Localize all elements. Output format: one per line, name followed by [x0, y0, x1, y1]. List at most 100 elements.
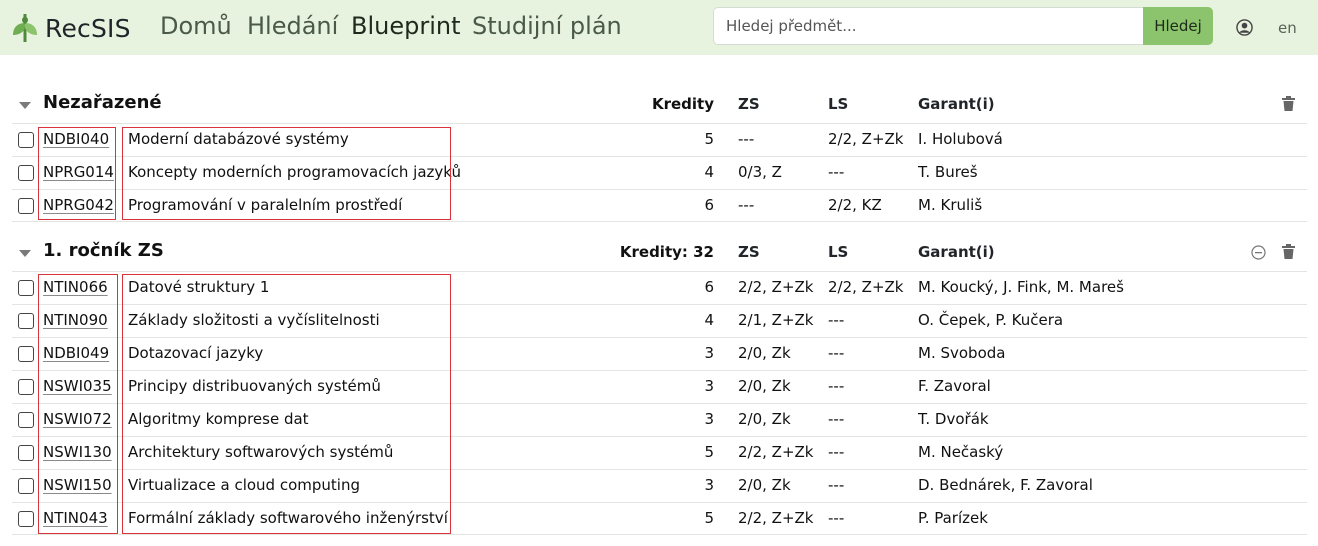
course-row[interactable]: NPRG042 Programování v paralelním prostř…: [12, 189, 1307, 222]
course-name[interactable]: Datové struktury 1: [128, 278, 269, 296]
course-row[interactable]: NSWI150 Virtualizace a cloud computing 3…: [12, 469, 1307, 502]
course-credits: 4: [704, 311, 714, 329]
course-code-link[interactable]: NPRG042: [43, 196, 114, 214]
brand-name: RecSIS: [45, 13, 131, 43]
course-checkbox[interactable]: [18, 280, 34, 296]
course-row[interactable]: NDBI049 Dotazovací jazyky 3 2/0, Zk --- …: [12, 337, 1307, 370]
course-garant: I. Holubová: [918, 130, 1003, 148]
course-code-link[interactable]: NDBI049: [43, 344, 109, 362]
course-checkbox[interactable]: [18, 511, 34, 527]
course-code-link[interactable]: NSWI035: [43, 377, 112, 395]
course-ls: 2/2, Z+Zk: [828, 278, 904, 296]
course-name[interactable]: Virtualizace a cloud computing: [128, 476, 360, 494]
course-credits: 3: [704, 410, 714, 428]
top-navbar: RecSIS Domů Hledání Blueprint Studijní p…: [0, 0, 1318, 55]
search-button[interactable]: Hledej: [1143, 7, 1213, 45]
course-name[interactable]: Koncepty moderních programovacích jazyků: [128, 163, 461, 181]
course-checkbox[interactable]: [18, 412, 34, 428]
course-checkbox[interactable]: [18, 132, 34, 148]
course-credits: 6: [704, 196, 714, 214]
course-code-link[interactable]: NSWI072: [43, 410, 112, 428]
minus-circle-icon[interactable]: [1251, 245, 1266, 260]
course-checkbox[interactable]: [18, 379, 34, 395]
column-header-ls: LS: [828, 95, 849, 113]
column-header-zs: ZS: [738, 243, 760, 261]
course-checkbox[interactable]: [18, 313, 34, 329]
column-header-ls: LS: [828, 243, 849, 261]
course-zs: 2/0, Zk: [738, 344, 791, 362]
course-code-link[interactable]: NSWI130: [43, 443, 112, 461]
course-checkbox[interactable]: [18, 198, 34, 214]
course-zs: ---: [738, 196, 755, 214]
column-header-credits: Kredity: 32: [619, 243, 714, 261]
nav-home[interactable]: Domů: [160, 12, 232, 46]
course-name[interactable]: Základy složitosti a vyčíslitelnosti: [128, 311, 380, 329]
course-row[interactable]: NTIN090 Základy složitosti a vyčísliteln…: [12, 304, 1307, 337]
course-garant: P. Parízek: [918, 509, 988, 527]
course-garant: O. Čepek, P. Kučera: [918, 311, 1064, 329]
course-code-link[interactable]: NTIN090: [43, 311, 108, 329]
course-garant: T. Bureš: [918, 163, 978, 181]
course-ls: ---: [828, 476, 845, 494]
course-credits: 5: [704, 130, 714, 148]
course-checkbox[interactable]: [18, 445, 34, 461]
course-name[interactable]: Programování v paralelním prostředí: [128, 196, 402, 214]
brand-link[interactable]: RecSIS: [12, 10, 131, 46]
course-row[interactable]: NTIN066 Datové struktury 1 6 2/2, Z+Zk 2…: [12, 271, 1307, 304]
nav-study-plan[interactable]: Studijní plán: [472, 12, 622, 46]
course-garant: M. Koucký, J. Fink, M. Mareš: [918, 278, 1124, 296]
course-ls: ---: [828, 443, 845, 461]
trash-icon[interactable]: [1282, 244, 1295, 259]
course-checkbox[interactable]: [18, 346, 34, 362]
course-row[interactable]: NSWI130 Architektury softwarových systém…: [12, 436, 1307, 469]
user-circle-icon[interactable]: [1236, 19, 1253, 36]
nav-search[interactable]: Hledání: [247, 12, 338, 46]
course-garant: M. Kruliš: [918, 196, 983, 214]
course-ls: ---: [828, 311, 845, 329]
course-name[interactable]: Architektury softwarových systémů: [128, 443, 393, 461]
course-zs: 2/0, Zk: [738, 377, 791, 395]
course-code-link[interactable]: NTIN043: [43, 509, 108, 527]
course-name[interactable]: Formální základy softwarového inženýrstv…: [128, 509, 448, 527]
course-checkbox[interactable]: [18, 165, 34, 181]
course-checkbox[interactable]: [18, 478, 34, 494]
course-code-link[interactable]: NSWI150: [43, 476, 112, 494]
course-row[interactable]: NPRG014 Koncepty moderních programovacíc…: [12, 156, 1307, 189]
course-name[interactable]: Principy distribuovaných systémů: [128, 377, 381, 395]
course-code-link[interactable]: NPRG014: [43, 163, 114, 181]
search-input[interactable]: [713, 7, 1143, 45]
column-header-zs: ZS: [738, 95, 760, 113]
course-garant: T. Dvořák: [918, 410, 989, 428]
course-zs: 2/2, Z+Zk: [738, 443, 814, 461]
course-row[interactable]: NSWI072 Algoritmy komprese dat 3 2/0, Zk…: [12, 403, 1307, 436]
course-zs: 2/1, Z+Zk: [738, 311, 814, 329]
section-year1-winter-header: 1. ročník ZS Kredity: 32 ZS LS Garant(i): [0, 238, 1318, 272]
course-ls: ---: [828, 163, 845, 181]
course-name[interactable]: Algoritmy komprese dat: [128, 410, 309, 428]
search-form: Hledej: [713, 7, 1213, 45]
language-switch[interactable]: en: [1278, 19, 1297, 37]
collapse-caret-icon[interactable]: [19, 102, 31, 109]
course-row[interactable]: NTIN043 Formální základy softwarového in…: [12, 502, 1307, 535]
course-zs: 2/2, Z+Zk: [738, 509, 814, 527]
trash-icon[interactable]: [1282, 96, 1295, 111]
course-code-link[interactable]: NTIN066: [43, 278, 108, 296]
course-zs: 0/3, Z: [738, 163, 782, 181]
nav-blueprint[interactable]: Blueprint: [351, 12, 461, 46]
course-ls: ---: [828, 410, 845, 428]
course-name[interactable]: Dotazovací jazyky: [128, 344, 263, 362]
course-name[interactable]: Moderní databázové systémy: [128, 130, 349, 148]
course-ls: ---: [828, 377, 845, 395]
section-unassigned-header: Nezařazené Kredity ZS LS Garant(i): [0, 90, 1318, 124]
collapse-caret-icon[interactable]: [19, 250, 31, 257]
course-ls: 2/2, KZ: [828, 196, 882, 214]
course-zs: 2/2, Z+Zk: [738, 278, 814, 296]
section-title: 1. ročník ZS: [43, 240, 164, 261]
column-header-garant: Garant(i): [918, 95, 995, 113]
course-row[interactable]: NDBI040 Moderní databázové systémy 5 ---…: [12, 123, 1307, 156]
course-code-link[interactable]: NDBI040: [43, 130, 109, 148]
course-ls: 2/2, Z+Zk: [828, 130, 904, 148]
column-header-garant: Garant(i): [918, 243, 995, 261]
course-garant: D. Bednárek, F. Zavoral: [918, 476, 1093, 494]
course-row[interactable]: NSWI035 Principy distribuovaných systémů…: [12, 370, 1307, 403]
